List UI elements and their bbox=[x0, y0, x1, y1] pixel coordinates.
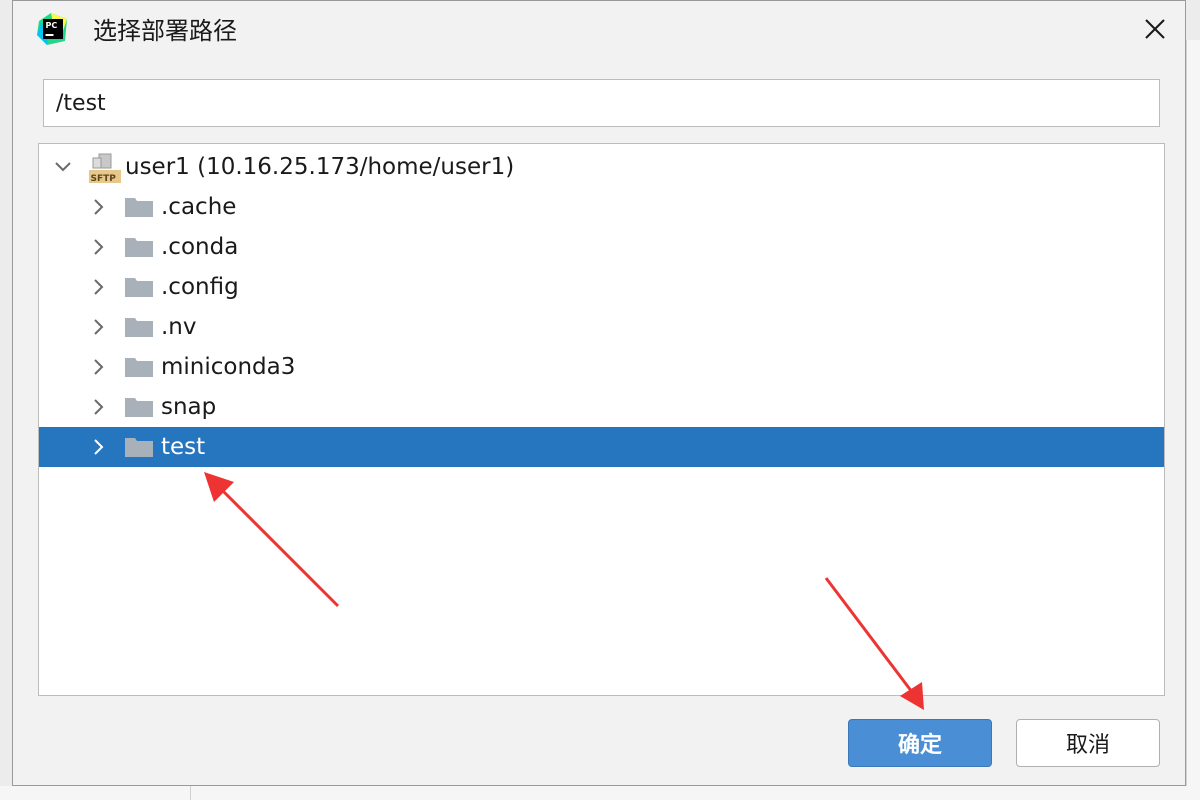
tree-item-snap[interactable]: snap bbox=[39, 387, 1164, 427]
folder-icon bbox=[125, 318, 153, 337]
tree-item-test[interactable]: test bbox=[39, 427, 1164, 467]
chevron-right-icon[interactable] bbox=[86, 395, 110, 419]
tree-item-label: .conda bbox=[161, 234, 239, 260]
tree-root-label: user1 (10.16.25.173/home/user1) bbox=[125, 154, 515, 180]
sftp-badge: SFTP bbox=[91, 174, 117, 184]
deploy-path-dialog: PC 选择部署路径 SFTP user1 (10.16.25.173/home/… bbox=[12, 0, 1186, 786]
sftp-server-icon: SFTP bbox=[89, 153, 121, 184]
tree-item-label: .nv bbox=[161, 314, 197, 340]
folder-icon bbox=[125, 198, 153, 217]
tree-item-nv[interactable]: .nv bbox=[39, 307, 1164, 347]
tree-item-label: .config bbox=[161, 274, 239, 300]
chevron-right-icon[interactable] bbox=[86, 355, 110, 379]
folder-icon bbox=[125, 438, 153, 457]
dialog-title: 选择部署路径 bbox=[93, 17, 237, 45]
chevron-right-icon[interactable] bbox=[86, 435, 110, 459]
folder-icon bbox=[125, 278, 153, 297]
close-icon[interactable] bbox=[1139, 13, 1171, 45]
pycharm-icon: PC bbox=[37, 13, 67, 45]
folder-icon bbox=[125, 398, 153, 417]
folder-icon bbox=[125, 238, 153, 257]
tree-item-label: test bbox=[161, 434, 206, 460]
path-input[interactable] bbox=[43, 79, 1160, 127]
tree-item-miniconda3[interactable]: miniconda3 bbox=[39, 347, 1164, 387]
chevron-right-icon[interactable] bbox=[86, 275, 110, 299]
chevron-right-icon[interactable] bbox=[86, 195, 110, 219]
chevron-right-icon[interactable] bbox=[86, 315, 110, 339]
tree-root-server[interactable]: SFTP user1 (10.16.25.173/home/user1) bbox=[39, 147, 1164, 187]
background-window-edge bbox=[1186, 40, 1200, 800]
chevron-right-icon[interactable] bbox=[86, 235, 110, 259]
background-window-bottom bbox=[0, 786, 1200, 800]
svg-text:PC: PC bbox=[46, 21, 58, 30]
chevron-down-icon[interactable] bbox=[51, 155, 75, 179]
title-bar: PC 选择部署路径 bbox=[13, 1, 1185, 59]
tree-item-conda[interactable]: .conda bbox=[39, 227, 1164, 267]
tree-item-label: miniconda3 bbox=[161, 354, 296, 380]
cancel-button[interactable]: 取消 bbox=[1016, 719, 1160, 767]
remote-file-tree[interactable]: SFTP user1 (10.16.25.173/home/user1) .ca… bbox=[38, 143, 1165, 696]
tree-item-label: snap bbox=[161, 394, 217, 420]
tree-item-cache[interactable]: .cache bbox=[39, 187, 1164, 227]
tree-item-label: .cache bbox=[161, 194, 237, 220]
tree-item-config[interactable]: .config bbox=[39, 267, 1164, 307]
folder-icon bbox=[125, 358, 153, 377]
ok-button[interactable]: 确定 bbox=[848, 719, 992, 767]
